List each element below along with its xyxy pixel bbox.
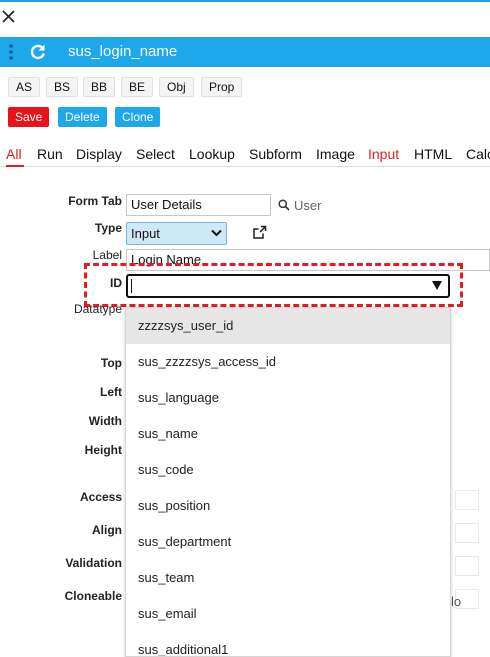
open-external-icon[interactable] xyxy=(252,225,267,240)
validation-field[interactable] xyxy=(455,556,479,576)
align-label: Align xyxy=(92,523,122,537)
id-label: ID xyxy=(110,276,122,290)
form-title-bar: sus_login_name xyxy=(0,37,490,67)
tab-run[interactable]: Run xyxy=(37,146,63,162)
id-dropdown-list: zzzzsys_user_id sus_zzzzsys_access_id su… xyxy=(125,307,451,657)
dropdown-option[interactable]: sus_position xyxy=(126,488,450,524)
bs-button[interactable]: BS xyxy=(46,77,79,97)
datatype-label: Datatype xyxy=(73,302,122,316)
tab-all[interactable]: All xyxy=(6,146,22,162)
dropdown-option[interactable]: sus_code xyxy=(126,452,450,488)
cloneable-value-fragment: lo xyxy=(451,594,462,609)
tab-image[interactable]: Image xyxy=(316,146,355,162)
type-select-value: Input xyxy=(131,226,160,241)
type-select[interactable]: Input xyxy=(126,222,227,245)
tab-divider xyxy=(0,166,490,167)
label-input[interactable]: Login Name xyxy=(126,249,490,271)
tab-lookup[interactable]: Lookup xyxy=(189,146,235,162)
refresh-icon[interactable] xyxy=(28,42,48,62)
drag-handle-icon[interactable] xyxy=(8,43,14,61)
form-tab-lookup-text[interactable]: User xyxy=(294,198,321,213)
active-tab-underline xyxy=(6,165,24,167)
form-title: sus_login_name xyxy=(68,43,178,60)
type-label: Type xyxy=(94,221,122,235)
form-tab-input[interactable]: User Details xyxy=(126,194,271,216)
dropdown-option[interactable]: sus_department xyxy=(126,524,450,560)
obj-button[interactable]: Obj xyxy=(159,77,194,97)
label-label: Label xyxy=(92,248,122,262)
tab-calc[interactable]: Calc xyxy=(466,146,490,162)
tab-display[interactable]: Display xyxy=(76,146,122,162)
dropdown-option[interactable]: sus_team xyxy=(126,560,450,596)
dropdown-option[interactable]: sus_zzzzsys_access_id xyxy=(126,344,450,380)
dropdown-option[interactable]: sus_email xyxy=(126,596,450,632)
form-tab-label: Form Tab xyxy=(68,194,122,208)
access-label: Access xyxy=(79,490,122,504)
close-icon[interactable] xyxy=(0,8,18,26)
height-label: Height xyxy=(84,443,122,457)
width-label: Width xyxy=(88,414,122,428)
id-combobox-input[interactable] xyxy=(126,274,450,298)
text-caret xyxy=(131,279,132,293)
save-button[interactable]: Save xyxy=(8,107,50,127)
chevron-down-icon xyxy=(211,229,222,237)
dropdown-option[interactable]: zzzzsys_user_id xyxy=(126,308,450,344)
dropdown-arrow-icon[interactable] xyxy=(432,281,442,290)
dropdown-option[interactable]: sus_additional1 xyxy=(126,632,450,656)
as-button[interactable]: AS xyxy=(8,77,41,97)
bb-button[interactable]: BB xyxy=(83,77,116,97)
tab-subform[interactable]: Subform xyxy=(249,146,302,162)
dropdown-option[interactable]: sus_name xyxy=(126,416,450,452)
tab-html[interactable]: HTML xyxy=(414,146,452,162)
tab-select[interactable]: Select xyxy=(136,146,175,162)
top-label: Top xyxy=(100,356,122,370)
delete-button[interactable]: Delete xyxy=(58,107,107,127)
dropdown-option[interactable]: sus_language xyxy=(126,380,450,416)
tab-input[interactable]: Input xyxy=(368,146,399,162)
search-icon[interactable] xyxy=(278,199,290,211)
validation-label: Validation xyxy=(65,556,122,570)
be-button[interactable]: BE xyxy=(121,77,154,97)
prop-button[interactable]: Prop xyxy=(201,77,243,97)
access-field[interactable] xyxy=(455,490,479,510)
top-accent-line xyxy=(0,0,490,2)
cloneable-label: Cloneable xyxy=(64,589,122,603)
align-field[interactable] xyxy=(455,523,479,543)
left-label: Left xyxy=(100,385,122,399)
clone-button[interactable]: Clone xyxy=(115,107,161,127)
